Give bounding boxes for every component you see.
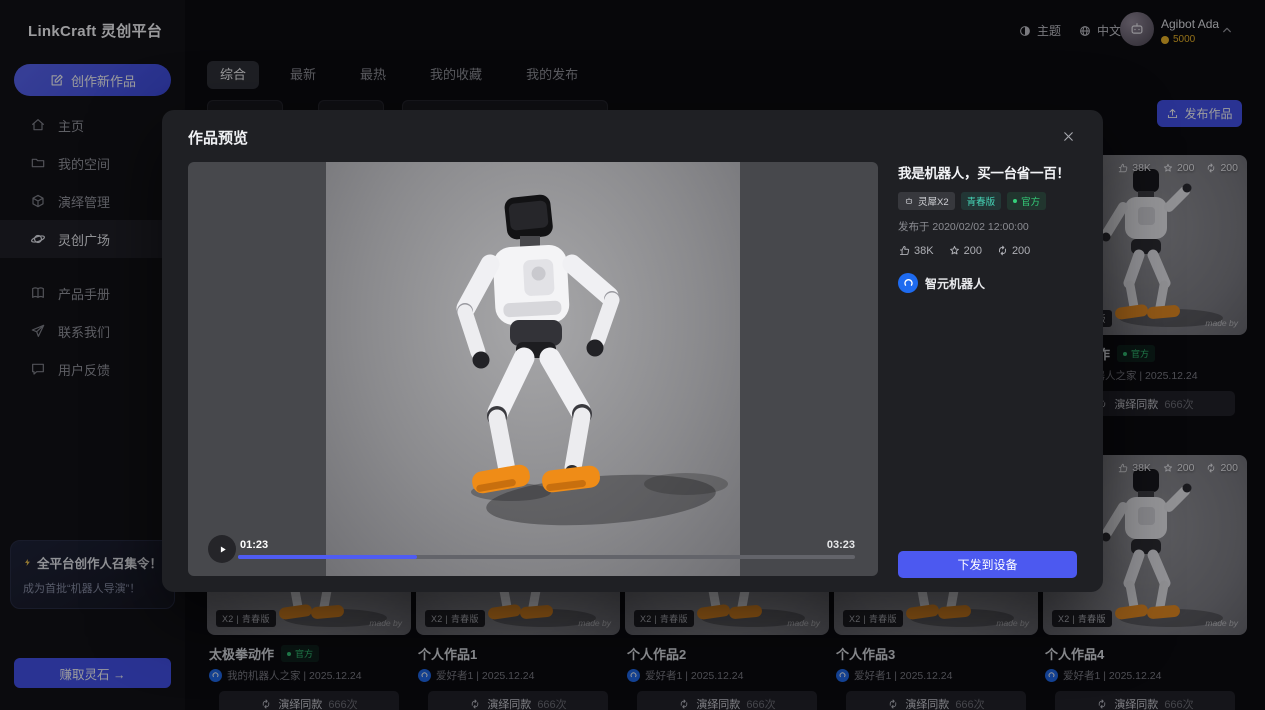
star-icon [948, 244, 961, 257]
modal-title: 作品预览 [188, 127, 248, 148]
author-name: 智元机器人 [925, 275, 985, 292]
work-stats: 38K 200 200 [898, 244, 1078, 257]
send-to-device-button[interactable]: 下发到设备 [898, 551, 1077, 578]
progress-fill [238, 555, 417, 559]
work-preview-modal: 作品预览 [162, 110, 1103, 592]
progress-bar[interactable] [238, 555, 855, 559]
work-info-panel: 我是机器人，买一台省一百！ 灵犀X2 青春版 官方 发布于 2020/02/02… [898, 162, 1078, 293]
video-player[interactable]: 01:23 03:23 [188, 162, 878, 576]
official-dot [1013, 199, 1017, 203]
model-chip: 灵犀X2 [898, 192, 955, 210]
work-author[interactable]: 智元机器人 [898, 273, 1078, 293]
total-duration: 03:23 [827, 539, 855, 551]
video-frame [326, 162, 740, 576]
author-logo-icon [898, 273, 918, 293]
share-icon [996, 244, 1009, 257]
close-icon[interactable] [1057, 125, 1079, 147]
robot-video-image [326, 162, 740, 576]
work-chips: 灵犀X2 青春版 官方 [898, 192, 1078, 210]
robot-chip-icon [904, 196, 914, 206]
official-chip: 官方 [1007, 192, 1046, 210]
play-icon [216, 543, 229, 556]
play-button[interactable] [208, 535, 236, 563]
work-title: 我是机器人，买一台省一百！ [898, 162, 1078, 182]
share-count: 200 [1012, 245, 1030, 257]
app-root: LinkCraft 灵创平台 创作新作品 主页 我的空间 演绎管理 灵创广场 产… [0, 0, 1265, 710]
publish-date: 发布于 2020/02/02 12:00:00 [898, 219, 1078, 234]
like-count: 38K [914, 245, 934, 257]
star-count: 200 [964, 245, 982, 257]
edition-chip: 青春版 [961, 192, 1002, 210]
like-icon [898, 244, 911, 257]
current-time: 01:23 [240, 539, 268, 551]
